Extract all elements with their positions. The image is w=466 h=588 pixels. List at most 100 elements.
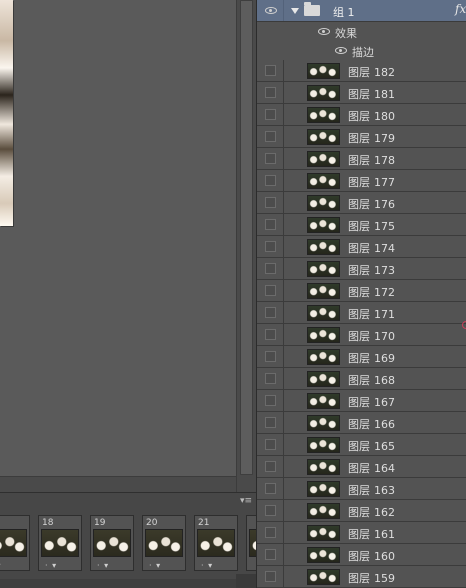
- visibility-toggle[interactable]: [257, 566, 284, 587]
- animation-frame[interactable]: 7·▾: [0, 515, 30, 571]
- layer-thumbnail[interactable]: [307, 85, 340, 101]
- scrollbar-thumb[interactable]: [240, 0, 253, 475]
- frame-thumbnail[interactable]: [41, 529, 79, 557]
- stroke-effect-row[interactable]: 描边: [257, 41, 466, 60]
- visibility-checkbox[interactable]: [265, 483, 276, 494]
- layer-name[interactable]: 图层 164: [348, 460, 395, 476]
- frame-thumbnail[interactable]: [0, 529, 27, 557]
- layer-row[interactable]: 图层 166: [257, 412, 466, 434]
- visibility-checkbox[interactable]: [265, 461, 276, 472]
- visibility-checkbox[interactable]: [265, 175, 276, 186]
- layer-row[interactable]: 图层 170: [257, 324, 466, 346]
- layer-name[interactable]: 图层 180: [348, 108, 395, 124]
- frame-delay[interactable]: · ▾: [201, 561, 231, 570]
- layer-row[interactable]: 图层 162: [257, 500, 466, 522]
- layer-row[interactable]: 图层 179: [257, 126, 466, 148]
- layer-thumbnail[interactable]: [307, 151, 340, 167]
- layer-thumbnail[interactable]: [307, 525, 340, 541]
- frame-delay[interactable]: · ▾: [149, 561, 179, 570]
- visibility-checkbox[interactable]: [265, 549, 276, 560]
- visibility-checkbox[interactable]: [265, 109, 276, 120]
- visibility-checkbox[interactable]: [265, 65, 276, 76]
- layer-thumbnail[interactable]: [307, 371, 340, 387]
- layer-thumbnail[interactable]: [307, 239, 340, 255]
- layer-name[interactable]: 图层 175: [348, 218, 395, 234]
- visibility-checkbox[interactable]: [265, 307, 276, 318]
- visibility-toggle[interactable]: [257, 478, 284, 499]
- disclosure-triangle-icon[interactable]: [291, 8, 299, 14]
- layer-row[interactable]: 图层 169: [257, 346, 466, 368]
- layer-thumbnail[interactable]: [307, 327, 340, 343]
- visibility-checkbox[interactable]: [265, 285, 276, 296]
- visibility-checkbox[interactable]: [265, 395, 276, 406]
- visibility-checkbox[interactable]: [265, 153, 276, 164]
- layer-name[interactable]: 图层 173: [348, 262, 395, 278]
- layer-thumbnail[interactable]: [307, 63, 340, 79]
- layer-thumbnail[interactable]: [307, 261, 340, 277]
- layer-thumbnail[interactable]: [307, 569, 340, 585]
- animation-frame[interactable]: 19 · ▾: [90, 515, 134, 571]
- layer-name[interactable]: 图层 169: [348, 350, 395, 366]
- visibility-checkbox[interactable]: [265, 571, 276, 582]
- layer-thumbnail[interactable]: [307, 129, 340, 145]
- visibility-checkbox[interactable]: [265, 417, 276, 428]
- layer-row[interactable]: 图层 165: [257, 434, 466, 456]
- fx-icon[interactable]: fx: [455, 2, 466, 16]
- layer-name[interactable]: 图层 181: [348, 86, 395, 102]
- visibility-checkbox[interactable]: [265, 373, 276, 384]
- layer-name[interactable]: 图层 167: [348, 394, 395, 410]
- animation-frame[interactable]: 20 · ▾: [142, 515, 186, 571]
- layer-name[interactable]: 图层 159: [348, 570, 395, 586]
- visibility-toggle[interactable]: [257, 258, 284, 279]
- visibility-toggle[interactable]: [257, 522, 284, 543]
- layer-row[interactable]: 图层 181: [257, 82, 466, 104]
- layer-thumbnail[interactable]: [307, 195, 340, 211]
- visibility-checkbox[interactable]: [265, 131, 276, 142]
- visibility-checkbox[interactable]: [265, 263, 276, 274]
- layer-row[interactable]: 图层 178: [257, 148, 466, 170]
- layer-thumbnail[interactable]: [307, 283, 340, 299]
- animation-frame[interactable]: 21 · ▾: [194, 515, 238, 571]
- visibility-toggle[interactable]: [257, 236, 284, 257]
- visibility-toggle[interactable]: [257, 544, 284, 565]
- visibility-checkbox[interactable]: [265, 505, 276, 516]
- canvas-area[interactable]: [0, 0, 256, 492]
- document-canvas[interactable]: [0, 0, 13, 226]
- layer-name[interactable]: 图层 179: [348, 130, 395, 146]
- layer-thumbnail[interactable]: [307, 481, 340, 497]
- visibility-toggle[interactable]: [257, 148, 284, 169]
- layer-row[interactable]: 图层 177: [257, 170, 466, 192]
- eye-icon[interactable]: [318, 28, 330, 35]
- visibility-toggle[interactable]: [257, 346, 284, 367]
- visibility-toggle[interactable]: [257, 390, 284, 411]
- layer-thumbnail[interactable]: [307, 415, 340, 431]
- layer-name[interactable]: 图层 171: [348, 306, 395, 322]
- layer-name[interactable]: 图层 174: [348, 240, 395, 256]
- effects-row[interactable]: 效果: [257, 22, 466, 41]
- layer-thumbnail[interactable]: [307, 217, 340, 233]
- layer-name[interactable]: 图层 170: [348, 328, 395, 344]
- layer-row[interactable]: 图层 175: [257, 214, 466, 236]
- visibility-toggle[interactable]: [257, 368, 284, 389]
- visibility-toggle[interactable]: [257, 170, 284, 191]
- visibility-checkbox[interactable]: [265, 439, 276, 450]
- visibility-toggle[interactable]: [257, 0, 284, 21]
- layer-row[interactable]: 图层 180: [257, 104, 466, 126]
- layer-row[interactable]: 图层 171: [257, 302, 466, 324]
- visibility-checkbox[interactable]: [265, 527, 276, 538]
- layer-thumbnail[interactable]: [307, 349, 340, 365]
- layer-row[interactable]: 图层 176: [257, 192, 466, 214]
- layer-thumbnail[interactable]: [307, 107, 340, 123]
- visibility-toggle[interactable]: [257, 434, 284, 455]
- canvas-vertical-scrollbar[interactable]: [236, 0, 256, 492]
- visibility-toggle[interactable]: [257, 302, 284, 323]
- layer-name[interactable]: 图层 178: [348, 152, 395, 168]
- visibility-checkbox[interactable]: [265, 197, 276, 208]
- layer-row[interactable]: 图层 164: [257, 456, 466, 478]
- visibility-toggle[interactable]: [257, 104, 284, 125]
- layer-name[interactable]: 图层 172: [348, 284, 395, 300]
- layer-thumbnail[interactable]: [307, 393, 340, 409]
- layer-row[interactable]: 图层 163: [257, 478, 466, 500]
- visibility-toggle[interactable]: [257, 192, 284, 213]
- eye-icon[interactable]: [335, 47, 347, 54]
